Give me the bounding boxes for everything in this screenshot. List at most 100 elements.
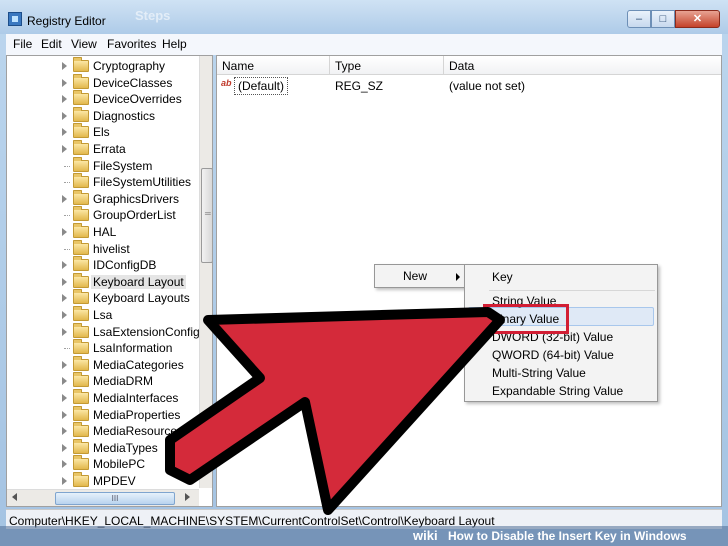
expand-arrow-icon[interactable] [62, 443, 67, 452]
expand-arrow-icon[interactable] [62, 78, 67, 87]
value-name: (Default) [234, 77, 289, 95]
folder-icon [73, 455, 89, 471]
folder-icon [73, 173, 89, 189]
tree-item[interactable]: GraphicsDrivers [7, 189, 197, 207]
menu-favorites[interactable]: Favorites [107, 37, 156, 51]
folder-icon [73, 306, 89, 321]
folder-icon [73, 389, 89, 404]
tree-item[interactable]: MPDEV [7, 472, 197, 489]
maximize-button[interactable]: □ [651, 10, 675, 28]
tree-item[interactable]: MobilePC [7, 455, 197, 472]
tree-item[interactable]: MediaProperties [7, 405, 197, 423]
context-menu-new[interactable]: New [403, 269, 427, 283]
tree-item[interactable]: MediaCategories [7, 355, 197, 373]
tree-item[interactable]: MediaDRM [7, 372, 197, 389]
tree-item[interactable]: HAL [7, 223, 197, 240]
submenu-expandable-string-value[interactable]: Expandable String Value [492, 384, 623, 398]
expand-arrow-icon[interactable] [62, 62, 67, 70]
column-divider[interactable] [329, 56, 330, 75]
expand-arrow-icon[interactable] [62, 228, 67, 236]
expand-arrow-icon[interactable] [62, 294, 67, 303]
submenu-qword-value[interactable]: QWORD (64-bit) Value [492, 348, 614, 362]
column-type[interactable]: Type [335, 59, 361, 73]
expand-arrow-icon[interactable] [62, 145, 67, 153]
expand-arrow-icon[interactable] [62, 111, 67, 120]
tree-item[interactable]: Keyboard Layouts [7, 289, 197, 306]
value-row-default[interactable]: ab (Default) REG_SZ (value not set) [217, 76, 721, 96]
expand-arrow-icon[interactable] [62, 95, 67, 104]
expand-arrow-icon[interactable] [62, 477, 67, 485]
expand-arrow-icon[interactable] [62, 460, 67, 469]
wikihow-banner: wiki How to Disable the Insert Key in Wi… [0, 526, 728, 546]
menu-bar: File Edit View Favorites Help [6, 34, 722, 55]
tree-horizontal-scroll-thumb[interactable]: III [55, 492, 175, 505]
tree-item[interactable]: DeviceClasses [7, 73, 197, 91]
folder-icon [73, 106, 89, 122]
expand-arrow-icon[interactable] [62, 377, 67, 386]
tree-item[interactable]: DeviceOverrides [7, 90, 197, 107]
tree-item[interactable]: FileSystem [7, 156, 197, 174]
submenu-key[interactable]: Key [492, 270, 513, 284]
menu-file[interactable]: File [13, 37, 32, 51]
tree-vertical-scrollbar[interactable]: ═ [199, 56, 212, 488]
tree-item[interactable]: FileSystemUtilities [7, 173, 197, 190]
tree-item-label: DeviceClasses [93, 75, 173, 90]
column-divider[interactable] [443, 56, 444, 75]
tree-item[interactable]: hivelist [7, 239, 197, 257]
tree-item-label: Keyboard Layout [91, 274, 186, 289]
menu-edit[interactable]: Edit [41, 37, 62, 51]
expand-arrow-icon[interactable] [62, 194, 67, 203]
column-name[interactable]: Name [222, 59, 254, 73]
tree-item-label: Diagnostics [93, 108, 156, 123]
tree-item-label: MobilePC [93, 457, 146, 472]
menu-help[interactable]: Help [162, 37, 187, 51]
tree-item[interactable]: IDConfigDB [7, 256, 197, 273]
column-data[interactable]: Data [449, 59, 474, 73]
tree-connector [64, 165, 70, 167]
expand-arrow-icon[interactable] [62, 311, 67, 319]
scroll-left-arrow-icon[interactable] [12, 493, 17, 501]
expand-arrow-icon[interactable] [62, 360, 67, 369]
tree-item[interactable]: MediaResources [7, 422, 197, 439]
tree-item[interactable]: MediaInterfaces [7, 389, 197, 406]
submenu-multi-string-value[interactable]: Multi-String Value [492, 366, 586, 380]
folder-icon [73, 339, 89, 355]
expand-arrow-icon[interactable] [62, 261, 67, 270]
window-title: Registry Editor [27, 14, 106, 28]
tree-item-label: GraphicsDrivers [93, 191, 180, 206]
expand-arrow-icon[interactable] [62, 327, 67, 336]
tree-item[interactable]: GroupOrderList [7, 206, 197, 223]
tree-item[interactable]: Errata [7, 140, 197, 157]
expand-arrow-icon[interactable] [62, 128, 67, 137]
tree-item[interactable]: Els [7, 123, 197, 140]
scroll-right-arrow-icon[interactable] [185, 493, 190, 501]
tree-item[interactable]: Lsa [7, 306, 197, 323]
tree-item[interactable]: Cryptography [7, 57, 197, 74]
expand-arrow-icon[interactable] [62, 394, 67, 402]
tree-item-label: FileSystemUtilities [93, 175, 192, 190]
tree-item[interactable]: Diagnostics [7, 106, 197, 124]
minimize-button[interactable]: – [627, 10, 651, 28]
folder-icon [73, 438, 89, 454]
binary-value-highlight-box [483, 304, 569, 334]
tree-item[interactable]: Keyboard Layout [7, 272, 197, 290]
key-tree-pane[interactable]: Cryptography DeviceClasses DeviceOverrides… [6, 55, 213, 507]
title-bar[interactable]: Registry Editor Steps – □ ✕ [0, 0, 728, 34]
tree-item-label: MediaInterfaces [93, 391, 179, 405]
tree-vertical-scroll-thumb[interactable]: ═ [201, 168, 212, 263]
tree-item[interactable]: MediaTypes [7, 438, 197, 456]
tree-item-label: HAL [93, 225, 117, 239]
tree-item-label: Els [93, 125, 110, 140]
menu-view[interactable]: View [71, 37, 97, 51]
close-button[interactable]: ✕ [675, 10, 720, 28]
tree-horizontal-scrollbar[interactable]: III [7, 489, 199, 506]
tree-item-label: Errata [93, 142, 126, 156]
context-menu: New [374, 264, 466, 288]
folder-icon [73, 256, 89, 272]
tree-item[interactable]: LsaExtensionConfig [7, 322, 200, 340]
tree-item-label: LsaInformation [93, 341, 173, 356]
expand-arrow-icon[interactable] [62, 410, 67, 419]
tree-item[interactable]: LsaInformation [7, 339, 197, 356]
expand-arrow-icon[interactable] [62, 427, 67, 436]
expand-arrow-icon[interactable] [62, 277, 67, 286]
